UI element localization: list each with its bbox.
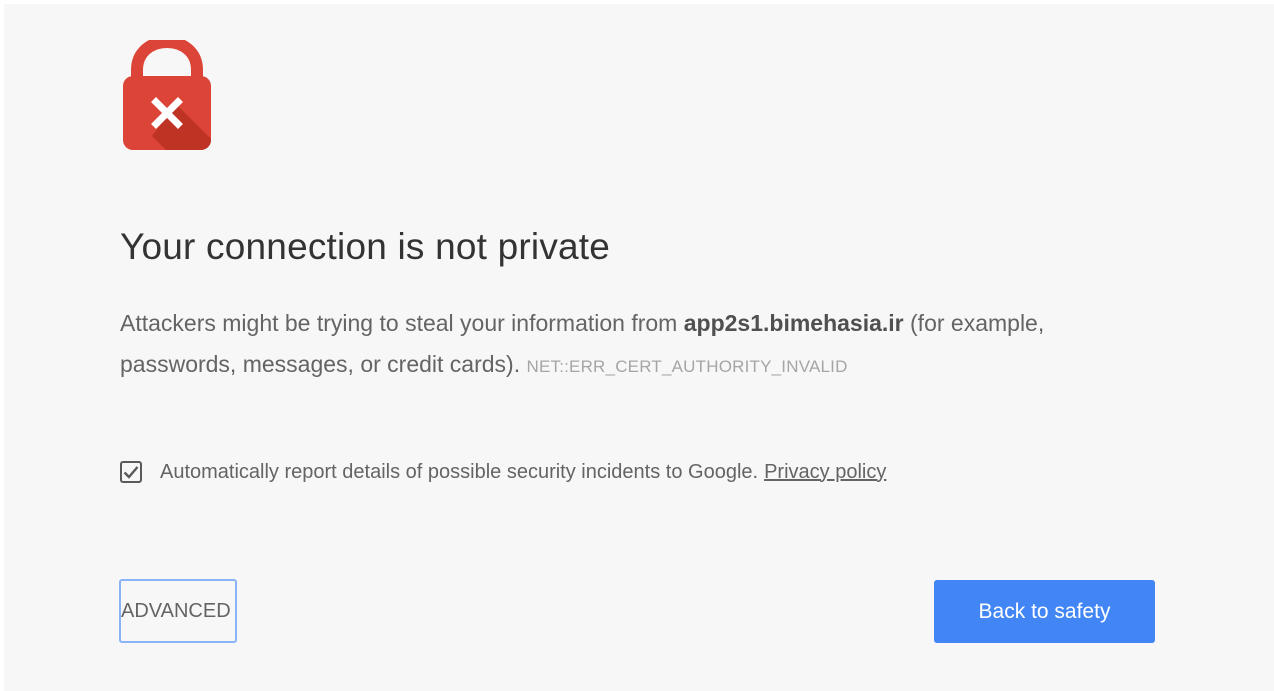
page-title: Your connection is not private [120,226,611,267]
back-to-safety-button[interactable]: Back to safety [934,580,1155,643]
lock-error-icon [123,40,211,150]
explanation-text: Attackers might be trying to steal your … [120,310,684,336]
report-label: Automatically report details of possible… [160,460,759,483]
error-code[interactable]: NET::ERR_CERT_AUTHORITY_INVALID [526,357,847,376]
checkmark-icon [123,466,139,479]
explanation-paragraph: Attackers might be trying to steal your … [120,303,1080,387]
advanced-button[interactable]: ADVANCED [119,579,237,643]
interstitial-page: Your connection is not private Attackers… [4,4,1274,691]
report-checkbox[interactable] [120,461,142,483]
privacy-policy-link[interactable]: Privacy policy [764,461,886,484]
report-option: Automatically report details of possible… [120,456,886,488]
host-name: app2s1.bimehasia.ir [683,310,904,336]
